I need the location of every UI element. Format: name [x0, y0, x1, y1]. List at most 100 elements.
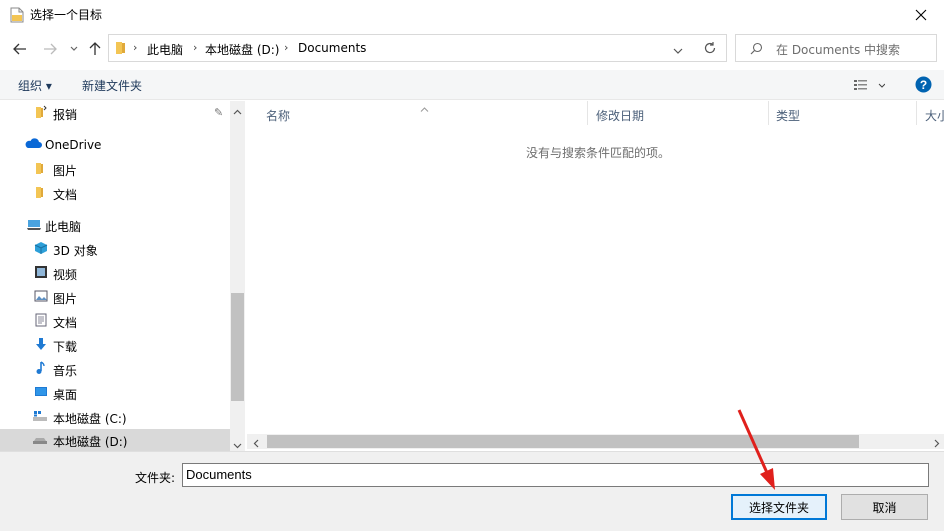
- sidebar-item-videos[interactable]: 视频: [0, 262, 230, 284]
- drive-icon: [32, 432, 47, 446]
- pictures-icon: [34, 289, 48, 303]
- sidebar-item-music[interactable]: 音乐: [0, 358, 230, 380]
- search-box[interactable]: 在 Documents 中搜索: [735, 34, 937, 62]
- help-button[interactable]: ?: [915, 76, 932, 96]
- desktop-icon: [34, 385, 48, 399]
- sidebar-item-label: 图片: [53, 292, 78, 306]
- address-bar[interactable]: › 此电脑 › 本地磁盘 (D:) › Documents: [108, 34, 727, 62]
- folder-icon: [34, 185, 48, 199]
- sidebar-item-label: 文档: [53, 188, 78, 202]
- sidebar-item-label: 图片: [53, 164, 78, 178]
- scroll-down-icon[interactable]: [233, 438, 242, 452]
- folder-name-input[interactable]: Documents: [182, 463, 929, 487]
- scroll-up-icon[interactable]: [233, 104, 242, 118]
- view-options-button[interactable]: [853, 78, 886, 95]
- sidebar-item-documents[interactable]: 文档: [0, 310, 230, 332]
- column-header-type[interactable]: 类型: [776, 107, 800, 124]
- breadcrumb-separator-icon: ›: [133, 41, 138, 54]
- command-bar: 组织 ▾ 新建文件夹 ?: [0, 70, 944, 100]
- sidebar-item-this-pc[interactable]: 此电脑: [0, 214, 230, 236]
- help-icon: ?: [915, 76, 932, 93]
- address-dropdown-button[interactable]: [673, 44, 683, 58]
- up-arrow-icon: [89, 42, 101, 55]
- refresh-button[interactable]: [703, 41, 717, 58]
- sidebar-item-label: 3D 对象: [53, 244, 98, 258]
- sort-indicator-icon: [420, 101, 429, 115]
- download-icon: [34, 337, 48, 351]
- organize-menu[interactable]: 组织 ▾: [18, 77, 52, 94]
- svg-text:?: ?: [920, 78, 927, 92]
- sidebar-item-downloads[interactable]: 下载: [0, 334, 230, 356]
- cloud-icon: [24, 137, 42, 151]
- music-icon: [34, 361, 48, 375]
- scrollbar-thumb[interactable]: [231, 293, 244, 401]
- breadcrumb-separator-icon: ›: [284, 41, 289, 54]
- up-button[interactable]: [85, 39, 105, 59]
- folder-icon: [34, 105, 48, 119]
- sidebar-item-reimbursement[interactable]: 报销 ✎: [0, 102, 230, 124]
- sidebar-item-label: 视频: [53, 268, 78, 282]
- sidebar-item-onedrive-pictures[interactable]: 图片: [0, 158, 230, 180]
- close-icon: [915, 9, 927, 21]
- chevron-down-icon: [70, 46, 78, 51]
- sidebar-item-drive-c[interactable]: 本地磁盘 (C:): [0, 406, 230, 428]
- empty-message: 没有与搜索条件匹配的项。: [526, 146, 671, 160]
- sidebar-item-label: 本地磁盘 (D:): [53, 435, 128, 449]
- pin-icon: ✎: [214, 106, 224, 119]
- sidebar-item-onedrive-documents[interactable]: 文档: [0, 182, 230, 204]
- column-header-size[interactable]: 大小: [925, 107, 944, 124]
- view-list-icon: [854, 80, 886, 90]
- column-divider[interactable]: [768, 101, 769, 125]
- forward-button[interactable]: [40, 39, 60, 59]
- cancel-button[interactable]: 取消: [841, 494, 928, 520]
- title-bar: 选择一个目标: [0, 0, 944, 30]
- window-title: 选择一个目标: [30, 8, 103, 22]
- scrollbar-thumb[interactable]: [267, 435, 859, 448]
- folder-icon: [34, 161, 48, 175]
- video-icon: [34, 265, 48, 279]
- computer-icon: [26, 217, 41, 231]
- sidebar-item-drive-d[interactable]: 本地磁盘 (D:): [0, 429, 230, 451]
- cube-icon: [34, 241, 48, 255]
- recent-locations-button[interactable]: [64, 39, 84, 59]
- document-folder-icon: [10, 7, 24, 23]
- column-divider[interactable]: [587, 101, 588, 125]
- breadcrumb-separator-icon: ›: [193, 41, 198, 54]
- dialog-footer: 文件夹: Documents 选择文件夹 取消: [0, 451, 944, 531]
- search-input[interactable]: 在 Documents 中搜索: [776, 41, 900, 58]
- search-icon: [750, 42, 763, 58]
- breadcrumb-item[interactable]: 此电脑: [147, 41, 183, 58]
- chevron-down-icon: [673, 48, 683, 54]
- sidebar-item-label: 下载: [53, 340, 78, 354]
- file-list-horizontal-scrollbar[interactable]: [247, 434, 944, 449]
- sidebar-item-label: 此电脑: [45, 220, 82, 234]
- column-divider[interactable]: [916, 101, 917, 125]
- sidebar-item-pictures[interactable]: 图片: [0, 286, 230, 308]
- sidebar-item-label: 文档: [53, 316, 78, 330]
- sidebar-item-onedrive[interactable]: OneDrive: [0, 134, 230, 156]
- refresh-icon: [704, 42, 716, 54]
- forward-arrow-icon: [44, 43, 57, 55]
- back-arrow-icon: [13, 43, 26, 55]
- sidebar-item-label: 报销: [53, 108, 78, 122]
- folder-icon: [115, 41, 127, 58]
- navigation-pane: 报销 ✎ OneDrive 图片 文档 此电脑 3D 对象 视频 图片 文档 下…: [0, 101, 230, 451]
- drive-icon: [32, 409, 47, 423]
- sidebar-item-label: OneDrive: [45, 138, 102, 152]
- close-button[interactable]: [898, 0, 944, 30]
- breadcrumb-item[interactable]: Documents: [298, 41, 366, 55]
- column-header-date-modified[interactable]: 修改日期: [596, 107, 644, 124]
- sidebar-item-desktop[interactable]: 桌面: [0, 382, 230, 404]
- back-button[interactable]: [10, 39, 30, 59]
- scroll-left-icon[interactable]: [253, 437, 259, 451]
- breadcrumb-item[interactable]: 本地磁盘 (D:): [205, 41, 279, 58]
- sidebar-item-label: 桌面: [53, 388, 78, 402]
- scroll-right-icon[interactable]: [934, 437, 940, 451]
- column-header-name[interactable]: 名称: [266, 107, 290, 124]
- navigation-scrollbar[interactable]: [230, 101, 245, 451]
- file-list: 名称 修改日期 类型 大小 没有与搜索条件匹配的项。: [247, 101, 944, 435]
- select-folder-button[interactable]: 选择文件夹: [731, 494, 827, 520]
- sidebar-item-label: 本地磁盘 (C:): [53, 412, 127, 426]
- sidebar-item-3d-objects[interactable]: 3D 对象: [0, 238, 230, 260]
- new-folder-button[interactable]: 新建文件夹: [82, 77, 142, 94]
